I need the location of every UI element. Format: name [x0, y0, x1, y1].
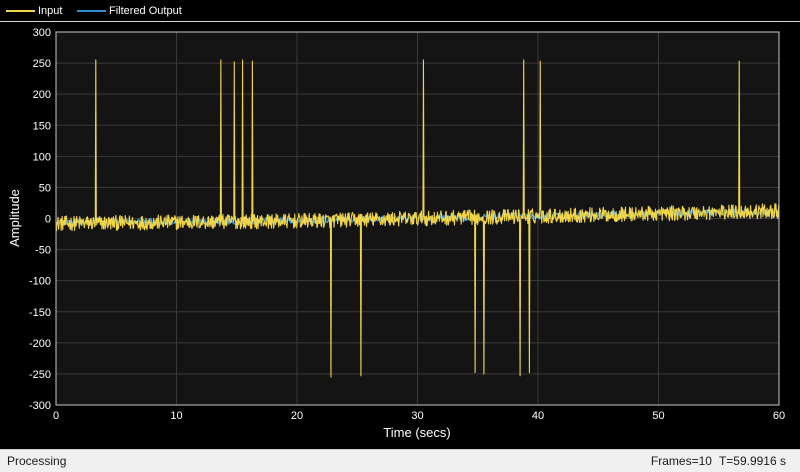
- simulation-time: T=59.9916 s: [718, 454, 786, 468]
- x-tick-label: 10: [170, 410, 182, 422]
- y-tick-label: -150: [29, 307, 51, 319]
- x-tick-label: 50: [652, 410, 664, 422]
- y-tick-label: -100: [29, 276, 51, 288]
- y-tick-label: 50: [39, 182, 51, 194]
- y-tick-label: 300: [33, 27, 51, 39]
- y-tick-label: 200: [33, 89, 51, 101]
- frames-count: Frames=10: [650, 454, 712, 468]
- x-tick-label: 40: [532, 410, 544, 422]
- x-tick-label: 0: [53, 410, 59, 422]
- legend-item-input[interactable]: Input: [6, 0, 62, 21]
- x-tick-label: 20: [291, 410, 303, 422]
- legend-label-filtered-output: Filtered Output: [109, 4, 182, 17]
- y-tick-label: -50: [35, 245, 51, 257]
- status-text: Processing: [7, 454, 67, 468]
- status-info: Frames=10 T=59.9916 s: [651, 454, 786, 468]
- y-tick-label: -300: [29, 400, 51, 412]
- y-tick-label: -250: [29, 369, 51, 381]
- y-tick-label: 250: [33, 58, 51, 70]
- legend-label-input: Input: [38, 4, 63, 17]
- legend-item-filtered-output[interactable]: Filtered Output: [77, 0, 182, 21]
- x-tick-label: 30: [411, 410, 423, 422]
- plot-area[interactable]: 0 10 20 30 40 50 60 300 250 200 150 100 50 0 -50 -100 -1…: [0, 23, 800, 448]
- x-tick-label: 60: [773, 410, 785, 422]
- time-scope-chart[interactable]: 0 10 20 30 40 50 60 300 250 200 150 100 50 0 -50 -100 -1…: [0, 23, 800, 448]
- y-tick-label: 150: [33, 120, 51, 132]
- y-axis-label: Amplitude: [7, 189, 22, 247]
- legend: Input Filtered Output: [0, 0, 800, 22]
- status-bar: Processing Frames=10 T=59.9916 s: [0, 449, 800, 472]
- legend-swatch-input: [6, 9, 35, 12]
- x-axis-label: Time (secs): [383, 425, 450, 440]
- legend-swatch-filtered-output: [77, 9, 106, 12]
- y-tick-label: 100: [33, 151, 51, 163]
- y-tick-label: 0: [45, 214, 51, 226]
- y-tick-label: -200: [29, 338, 51, 350]
